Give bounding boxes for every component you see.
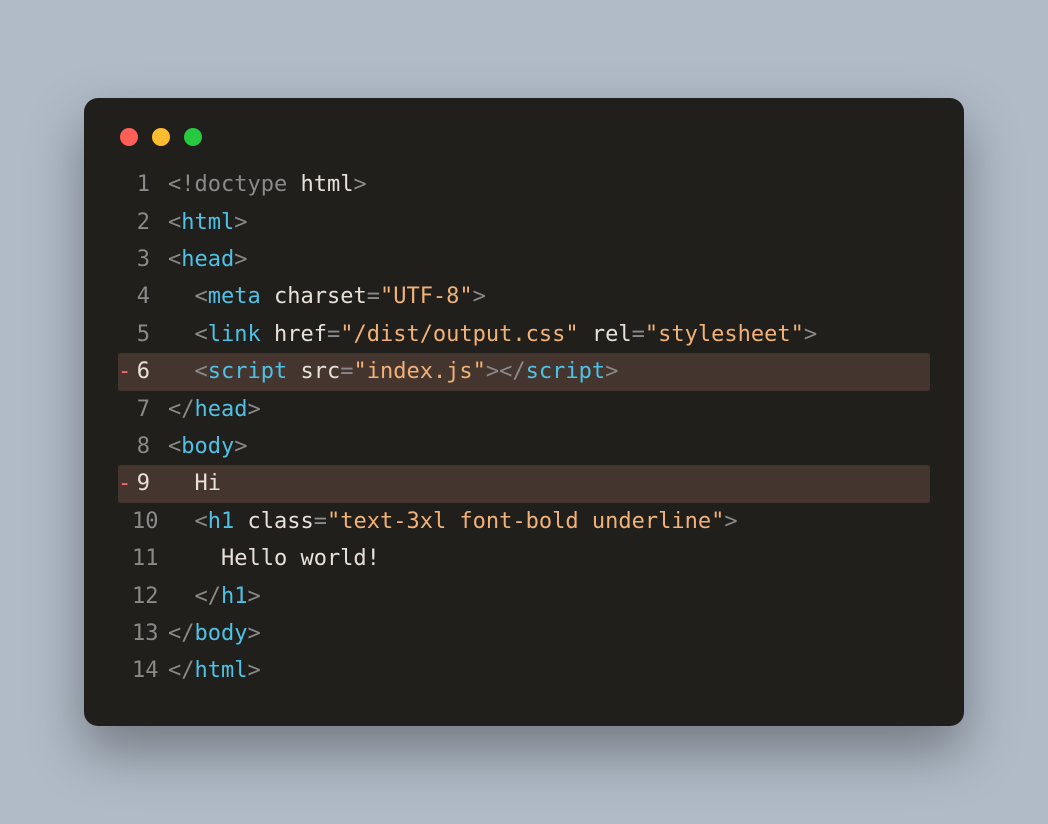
line-number: 6 — [132, 353, 168, 390]
line-content: Hi — [168, 465, 930, 502]
line-content: </body> — [168, 615, 930, 652]
line-content: <link href="/dist/output.css" rel="style… — [168, 316, 930, 353]
line-number: 10 — [132, 503, 168, 540]
line-number: 3 — [132, 241, 168, 278]
diff-marker: - — [118, 353, 132, 390]
line-number: 1 — [132, 166, 168, 203]
line-number: 4 — [132, 278, 168, 315]
code-line: 1<!doctype html> — [118, 166, 930, 203]
code-line: -6 <script src="index.js"></script> — [118, 353, 930, 390]
code-line: 14</html> — [118, 652, 930, 689]
line-content: <h1 class="text-3xl font-bold underline"… — [168, 503, 930, 540]
code-line: 7</head> — [118, 391, 930, 428]
code-line: 3<head> — [118, 241, 930, 278]
line-number: 2 — [132, 204, 168, 241]
code-line: 2<html> — [118, 204, 930, 241]
code-line: 4 <meta charset="UTF-8"> — [118, 278, 930, 315]
code-line: -9 Hi — [118, 465, 930, 502]
code-editor: 1<!doctype html>2<html>3<head>4 <meta ch… — [118, 166, 930, 689]
line-content: <meta charset="UTF-8"> — [168, 278, 930, 315]
code-line: 13</body> — [118, 615, 930, 652]
line-content: </head> — [168, 391, 930, 428]
close-icon[interactable] — [120, 128, 138, 146]
line-number: 13 — [132, 615, 168, 652]
zoom-icon[interactable] — [184, 128, 202, 146]
line-number: 8 — [132, 428, 168, 465]
line-content: <html> — [168, 204, 930, 241]
line-content: <script src="index.js"></script> — [168, 353, 930, 390]
code-line: 5 <link href="/dist/output.css" rel="sty… — [118, 316, 930, 353]
code-window: 1<!doctype html>2<html>3<head>4 <meta ch… — [84, 98, 964, 725]
code-line: 8<body> — [118, 428, 930, 465]
diff-marker: - — [118, 465, 132, 502]
line-content: Hello world! — [168, 540, 930, 577]
line-content: </h1> — [168, 578, 930, 615]
minimize-icon[interactable] — [152, 128, 170, 146]
line-content: <body> — [168, 428, 930, 465]
code-line: 12 </h1> — [118, 578, 930, 615]
line-number: 12 — [132, 578, 168, 615]
line-content: <!doctype html> — [168, 166, 930, 203]
line-content: </html> — [168, 652, 930, 689]
line-number: 14 — [132, 652, 168, 689]
code-line: 11 Hello world! — [118, 540, 930, 577]
line-number: 5 — [132, 316, 168, 353]
line-number: 9 — [132, 465, 168, 502]
line-number: 11 — [132, 540, 168, 577]
window-traffic-lights — [118, 128, 930, 146]
line-content: <head> — [168, 241, 930, 278]
line-number: 7 — [132, 391, 168, 428]
code-line: 10 <h1 class="text-3xl font-bold underli… — [118, 503, 930, 540]
